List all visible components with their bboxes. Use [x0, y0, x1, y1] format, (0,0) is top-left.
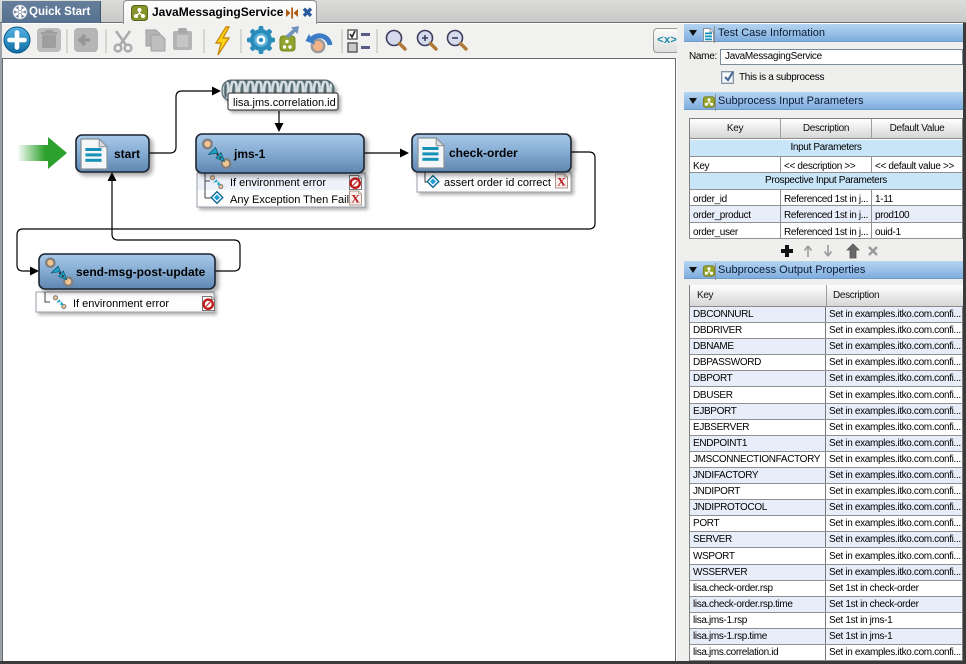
svg-text:lisa.jms.correlation.id: lisa.jms.correlation.id: [233, 97, 336, 109]
svg-text:send-msg-post-update: send-msg-post-update: [76, 265, 206, 279]
svg-text:If environment error: If environment error: [230, 177, 326, 189]
svg-text:X: X: [557, 175, 566, 189]
svg-text:jms-1: jms-1: [233, 147, 266, 161]
svg-text:X: X: [351, 192, 360, 206]
svg-text:assert order id correct: assert order id correct: [444, 177, 551, 189]
svg-text:If environment error: If environment error: [73, 298, 169, 310]
svg-text:start: start: [114, 147, 140, 161]
svg-text:Any Exception Then Fail: Any Exception Then Fail: [230, 194, 349, 206]
svg-text:check-order: check-order: [449, 146, 518, 160]
